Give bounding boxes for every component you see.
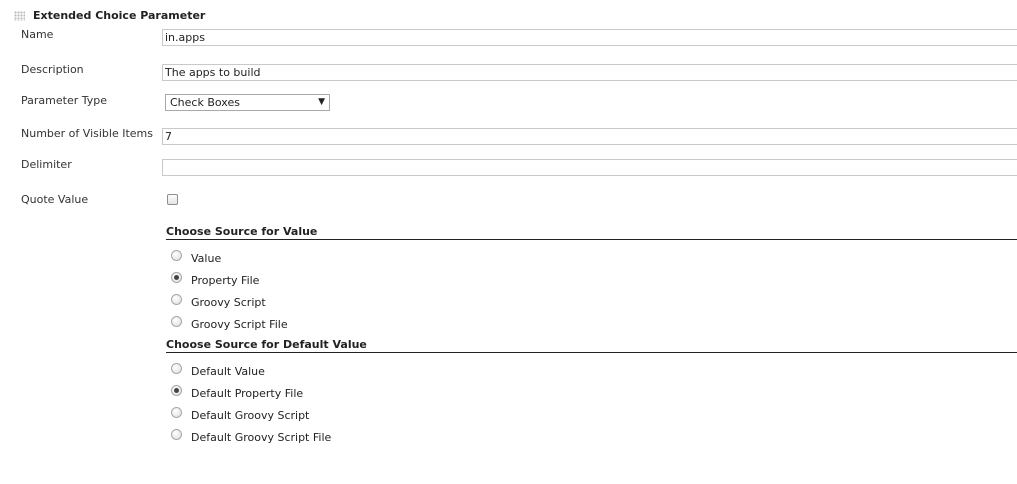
visible-items-label: Number of Visible Items xyxy=(21,127,153,140)
radio-groovy-script-file[interactable] xyxy=(171,316,182,327)
value-source-title: Choose Source for Value xyxy=(166,225,1017,240)
drag-handle-icon[interactable] xyxy=(14,11,25,21)
delimiter-label: Delimiter xyxy=(21,158,72,171)
radio-groovy-script-label: Groovy Script xyxy=(191,296,266,309)
parameter-type-selected-value: Check Boxes xyxy=(170,96,240,109)
radio-default-groovy-script-file[interactable] xyxy=(171,429,182,440)
radio-default-groovy-script-file-label: Default Groovy Script File xyxy=(191,431,332,444)
section-title: Extended Choice Parameter xyxy=(33,9,206,22)
radio-default-groovy-script[interactable] xyxy=(171,407,182,418)
quote-value-label: Quote Value xyxy=(21,193,89,206)
name-input[interactable]: in.apps xyxy=(162,29,1017,46)
description-input[interactable]: The apps to build xyxy=(162,64,1017,81)
radio-default-value[interactable] xyxy=(171,363,182,374)
radio-default-groovy-script-label: Default Groovy Script xyxy=(191,409,310,422)
radio-groovy-script[interactable] xyxy=(171,294,182,305)
name-label: Name xyxy=(21,28,54,41)
radio-value-label: Value xyxy=(191,252,222,265)
radio-value[interactable] xyxy=(171,250,182,261)
parameter-type-select[interactable]: Check Boxes ▼ xyxy=(165,94,330,111)
radio-property-file-label: Property File xyxy=(191,274,260,287)
dropdown-arrow-icon: ▼ xyxy=(318,97,325,107)
radio-property-file[interactable] xyxy=(171,272,182,283)
radio-default-value-label: Default Value xyxy=(191,365,265,378)
quote-value-checkbox[interactable] xyxy=(167,194,178,205)
radio-default-property-file-label: Default Property File xyxy=(191,387,304,400)
description-label: Description xyxy=(21,63,84,76)
delimiter-input[interactable] xyxy=(162,159,1017,176)
radio-default-property-file[interactable] xyxy=(171,385,182,396)
default-source-title: Choose Source for Default Value xyxy=(166,338,1017,353)
visible-items-input[interactable]: 7 xyxy=(162,128,1017,145)
radio-groovy-script-file-label: Groovy Script File xyxy=(191,318,288,331)
parameter-type-label: Parameter Type xyxy=(21,94,107,107)
